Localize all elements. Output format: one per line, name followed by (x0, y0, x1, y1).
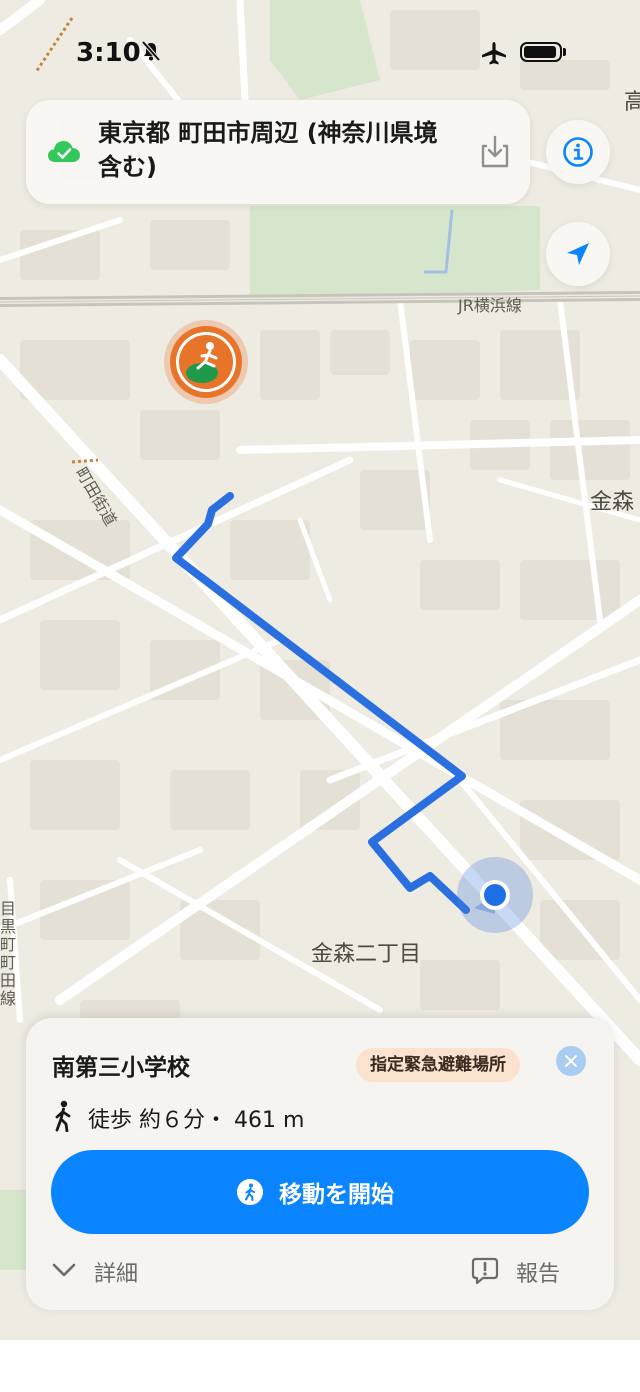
railway-label: JR横浜線 (458, 296, 522, 315)
battery-cap (563, 48, 566, 56)
locate-button[interactable] (546, 222, 610, 286)
current-location-dot (484, 884, 506, 906)
region-title: 東京都 町田市周辺 (神奈川県境含む) (98, 119, 438, 181)
cloud-check-icon (48, 141, 80, 162)
info-icon (563, 137, 593, 167)
walking-icon (55, 1100, 71, 1132)
park-area-central (250, 206, 540, 300)
walking-start-icon (237, 1179, 263, 1205)
report-label: 報告 (516, 1262, 561, 1287)
details-label: 詳細 (94, 1262, 139, 1287)
status-time: 3:10 (76, 38, 141, 68)
location-arrow-icon (567, 243, 589, 265)
status-bar: 3:10 (0, 0, 640, 100)
area-label-east: 金森 (590, 490, 635, 515)
airplane-icon (482, 42, 506, 65)
close-icon[interactable] (556, 1046, 586, 1076)
battery-icon (520, 42, 562, 62)
walk-summary: 徒歩 約６分・ 461 m (88, 1108, 305, 1133)
route-sheet: 南第三小学校 指定緊急避難場所 徒歩 約６分・ 461 m 移動を開始 詳細 報… (26, 1018, 614, 1310)
start-navigation-button[interactable]: 移動を開始 (51, 1150, 589, 1234)
download-icon[interactable] (478, 134, 512, 170)
chevron-down-icon (52, 1263, 76, 1277)
report-button[interactable]: 報告 (470, 1254, 580, 1288)
bell-slash-icon (141, 40, 161, 62)
shelter-icon[interactable] (164, 320, 248, 404)
area-label-current: 金森二丁目 (311, 942, 422, 967)
info-button[interactable] (546, 120, 610, 184)
destination-name: 南第三小学校 (52, 1055, 190, 1081)
report-icon (471, 1257, 499, 1285)
shelter-type-badge: 指定緊急避難場所 (356, 1048, 520, 1082)
region-title-card: 東京都 町田市周辺 (神奈川県境含む) (26, 100, 530, 204)
start-navigation-label: 移動を開始 (279, 1182, 394, 1208)
line-label-left: 目黒町町田線 (0, 899, 17, 1008)
railway-line (0, 291, 640, 307)
